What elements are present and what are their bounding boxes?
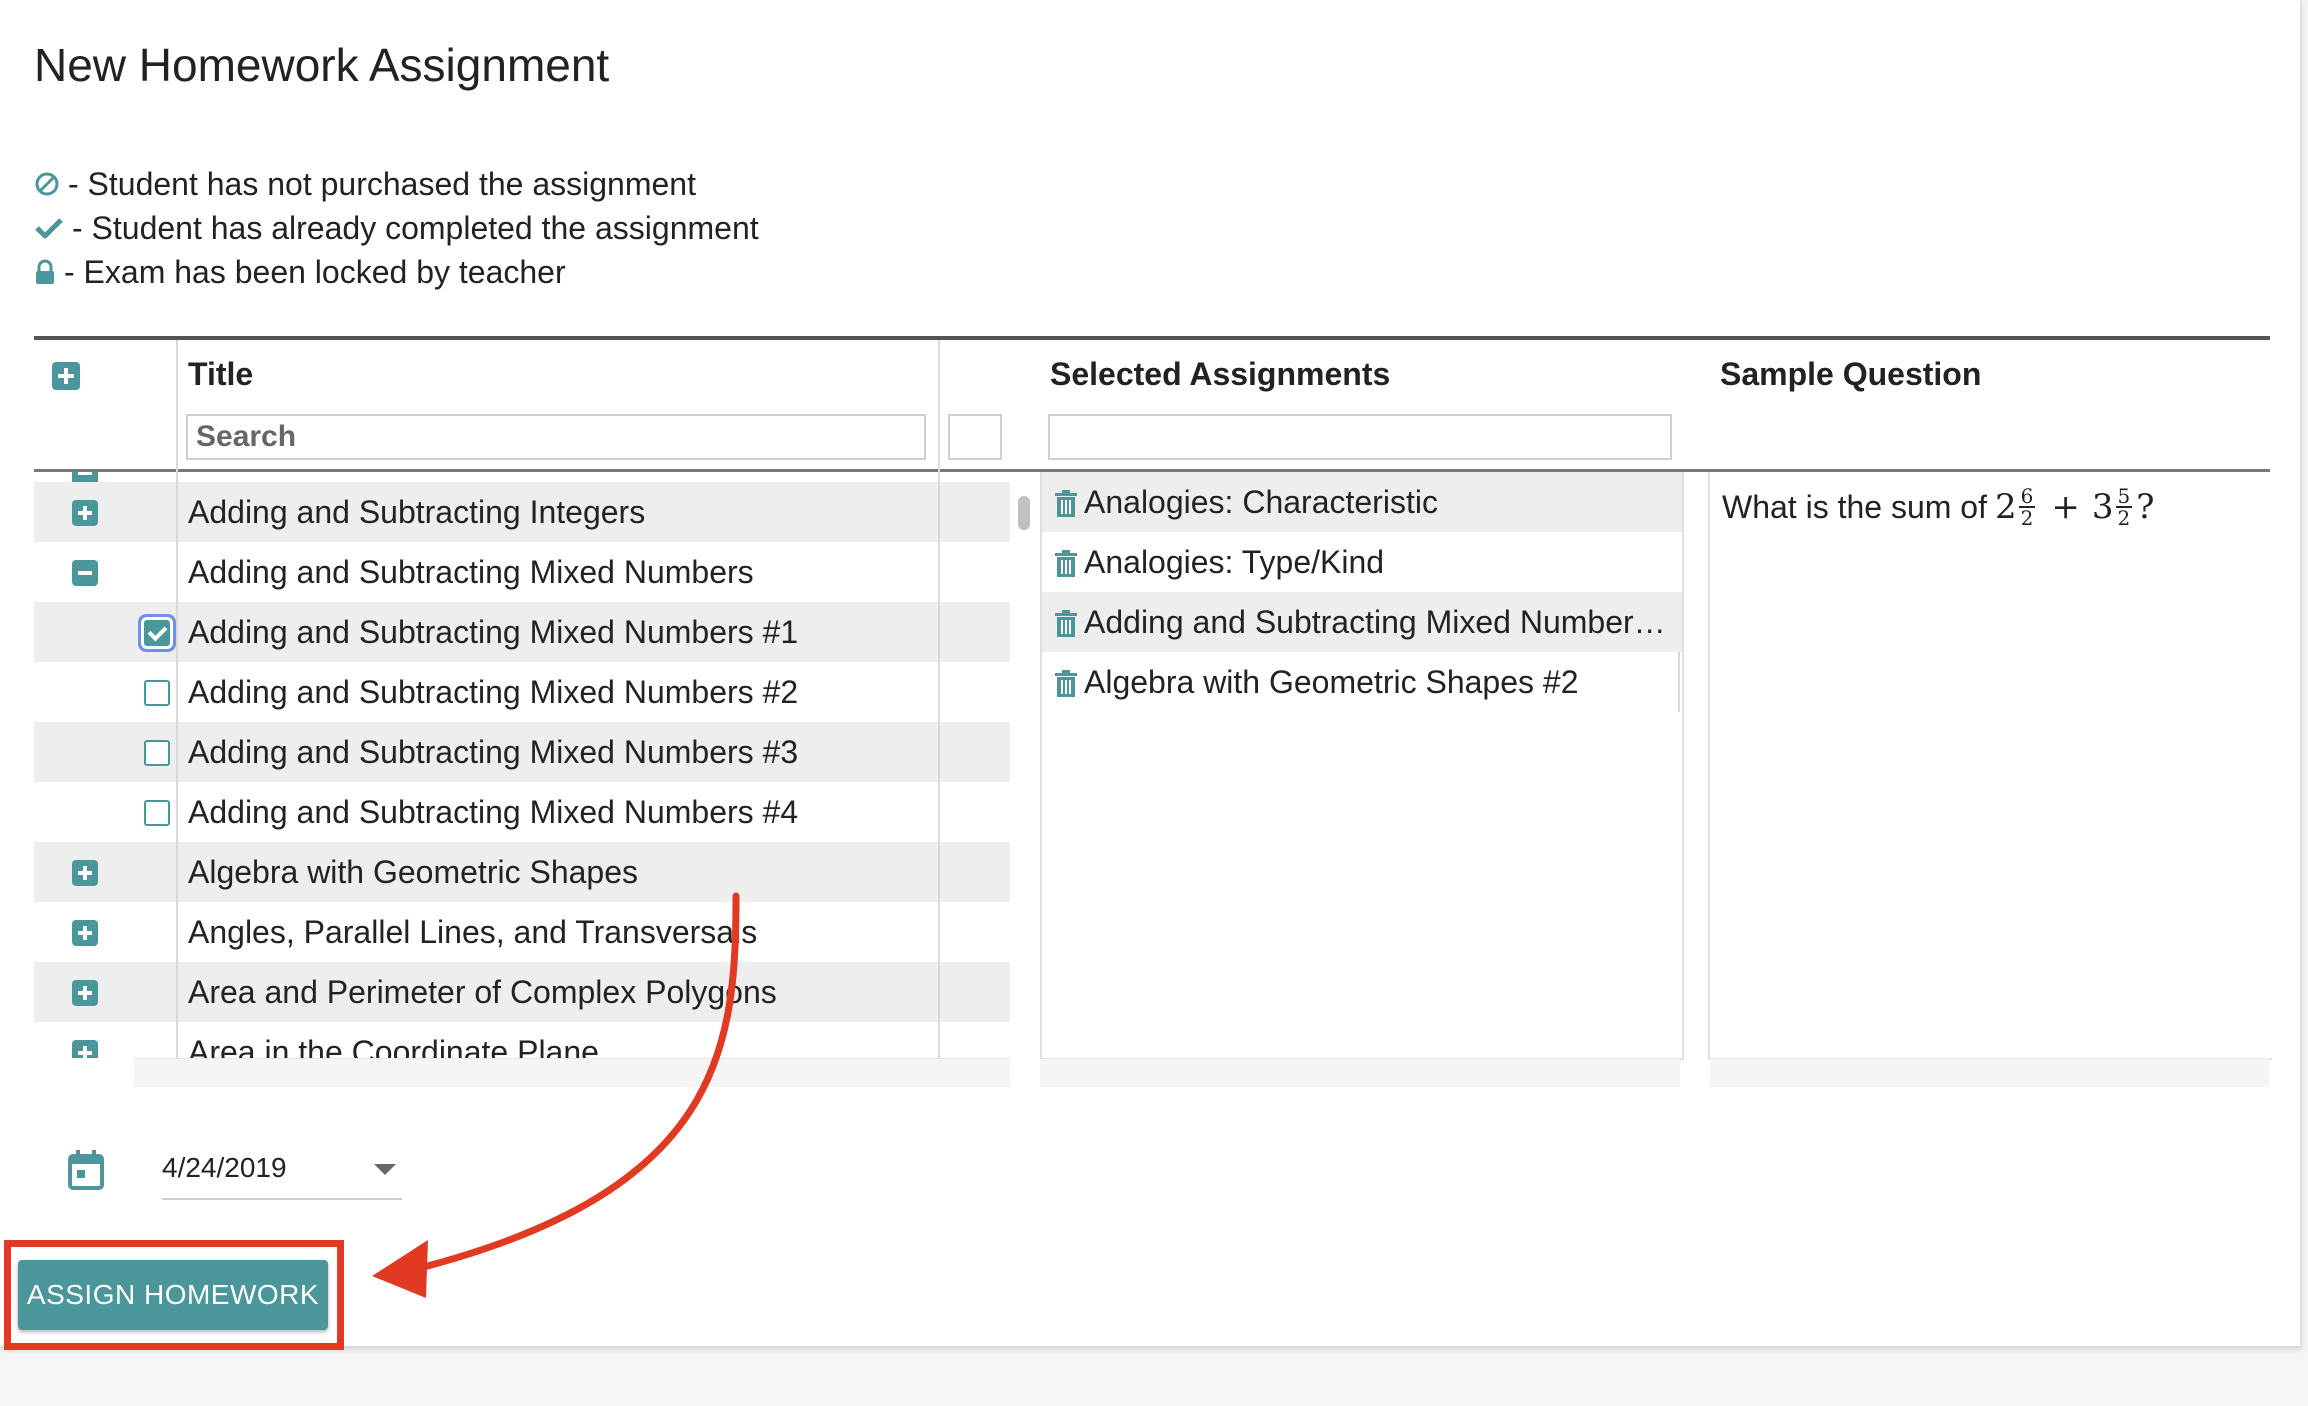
- expand-icon[interactable]: [72, 860, 98, 886]
- column-divider: [176, 472, 178, 1058]
- title-list-hscrollbar[interactable]: [134, 1058, 1010, 1087]
- table-top-rule: [34, 336, 2270, 340]
- assignment-card: New Homework Assignment - Student has no…: [0, 0, 2302, 1348]
- lock-icon: [36, 259, 54, 284]
- legend-text: - Student has already completed the assi…: [72, 209, 759, 246]
- math-numerator: 5: [2115, 484, 2133, 508]
- expand-icon[interactable]: [72, 1040, 98, 1058]
- selected-hscrollbar[interactable]: [1040, 1058, 1680, 1087]
- math-numerator: 6: [2018, 484, 2036, 508]
- legend-row-not-purchased: - Student has not purchased the assignme…: [34, 162, 759, 206]
- selected-item[interactable]: Analogies: Characteristic: [1042, 472, 1682, 532]
- list-item[interactable]: Area in the Coordinate Plane: [34, 1022, 1010, 1058]
- selected-item-label: Analogies: Type/Kind: [1084, 544, 1385, 580]
- list-item-label: Algebra with Geometric Shapes: [188, 854, 638, 890]
- selected-divider: [1678, 652, 1680, 712]
- list-item-label: Adding and Subtracting Mixed Numbers: [188, 554, 754, 590]
- math-operator: +: [2051, 487, 2080, 527]
- sample-question-panel: What is the sum of 2 6 2 + 3 5 2 ?: [1708, 472, 2272, 1060]
- selected-item-label: Analogies: Characteristic: [1084, 484, 1438, 520]
- list-item-label: Area and Perimeter of Complex Polygons: [188, 974, 777, 1010]
- checkbox[interactable]: [144, 680, 170, 706]
- legend-row-locked: - Exam has been locked by teacher: [34, 250, 759, 294]
- column-divider: [938, 340, 940, 472]
- selected-item[interactable]: Adding and Subtracting Mixed Numbers #1: [1042, 592, 1682, 652]
- math-whole: 3: [2091, 487, 2114, 527]
- trash-icon[interactable]: [1054, 670, 1078, 698]
- list-item[interactable]: Adding and Subtracting Integers: [34, 482, 1010, 542]
- selected-item[interactable]: Analogies: Type/Kind: [1042, 532, 1682, 592]
- legend-row-completed: - Student has already completed the assi…: [34, 206, 759, 250]
- list-item[interactable]: Area and Perimeter of Complex Polygons: [34, 962, 1010, 1022]
- collapse-icon[interactable]: [72, 560, 98, 586]
- not-purchased-icon: [35, 172, 59, 196]
- list-item[interactable]: Adding and Subtracting Mixed Numbers #1: [34, 602, 1010, 662]
- page-title: New Homework Assignment: [34, 39, 610, 91]
- title-list-scrollbar-thumb[interactable]: [1018, 496, 1030, 530]
- column-header-selected: Selected Assignments: [1050, 356, 1391, 392]
- selected-item-label: Adding and Subtracting Mixed Numbers #1: [1084, 604, 1674, 640]
- legend-text: - Student has not purchased the assignme…: [68, 165, 696, 202]
- date-underline: [162, 1198, 402, 1200]
- list-item-label: Adding and Subtracting Mixed Numbers #4: [188, 794, 799, 830]
- list-item[interactable]: Adding and Subtracting Mixed Numbers: [34, 542, 1010, 602]
- selected-item-label: Algebra with Geometric Shapes #2: [1084, 664, 1579, 700]
- sample-question: What is the sum of 2 6 2 + 3 5 2 ?: [1722, 486, 2154, 528]
- math-suffix: ?: [2136, 487, 2155, 527]
- math-fraction: 5 2: [2115, 484, 2133, 530]
- sample-question-text: What is the sum of: [1722, 488, 1987, 525]
- checkbox[interactable]: [144, 800, 170, 826]
- list-item-label: Adding and Subtracting Integers: [188, 494, 646, 530]
- list-item[interactable]: Algebra with Geometric Shapes: [34, 842, 1010, 902]
- list-item-label: Adding and Subtracting Mixed Numbers #2: [188, 674, 799, 710]
- selected-filter-input[interactable]: [1048, 414, 1672, 460]
- list-item[interactable]: Angles, Parallel Lines, and Transversals: [34, 902, 1010, 962]
- checkbox[interactable]: [144, 740, 170, 766]
- expand-icon[interactable]: [72, 920, 98, 946]
- math-denominator: 2: [2020, 506, 2034, 530]
- selected-item[interactable]: Algebra with Geometric Shapes #2: [1042, 652, 1682, 712]
- list-item-label: Adding and Subtracting Mixed Numbers #1: [188, 614, 799, 650]
- trash-icon[interactable]: [1054, 610, 1078, 638]
- column-divider: [176, 340, 178, 472]
- list-item[interactable]: Adding and Subtracting Mixed Numbers #2: [34, 662, 1010, 722]
- expand-icon[interactable]: [72, 500, 98, 526]
- column-divider: [938, 472, 940, 1058]
- column-header-title[interactable]: Title: [188, 356, 253, 393]
- expand-icon[interactable]: [72, 980, 98, 1006]
- title-list[interactable]: Adding and Subtracting Integers Adding a…: [34, 472, 1010, 1058]
- sample-hscrollbar[interactable]: [1710, 1058, 2270, 1087]
- list-item-label: Angles, Parallel Lines, and Transversals: [188, 914, 758, 950]
- list-item-label: Area in the Coordinate Plane: [188, 1034, 599, 1058]
- math-fraction: 6 2: [2018, 484, 2036, 530]
- calendar-icon[interactable]: [68, 1150, 104, 1190]
- search-input[interactable]: [186, 414, 926, 460]
- list-item[interactable]: Adding and Subtracting Mixed Numbers #4: [34, 782, 1010, 842]
- trash-icon[interactable]: [1054, 550, 1078, 578]
- chevron-down-icon[interactable]: [374, 1164, 396, 1175]
- legend: - Student has not purchased the assignme…: [34, 162, 759, 294]
- trash-icon[interactable]: [1054, 490, 1078, 518]
- list-item[interactable]: Adding and Subtracting Mixed Numbers #3: [34, 722, 1010, 782]
- annotation-highlight-box: [4, 1240, 344, 1350]
- math-whole: 2: [1994, 487, 2017, 527]
- column-header-sample: Sample Question: [1720, 356, 1982, 392]
- legend-text: - Exam has been locked by teacher: [64, 253, 566, 290]
- list-item-label: Adding and Subtracting Mixed Numbers #3: [188, 734, 799, 770]
- selected-assignments-list[interactable]: Analogies: Characteristic Analogies: Typ…: [1040, 472, 1684, 1060]
- date-input[interactable]: 4/24/2019: [162, 1152, 287, 1184]
- math-expression: 2 6 2 + 3 5 2 ?: [1995, 486, 2154, 528]
- math-denominator: 2: [2117, 506, 2131, 530]
- checkmark-icon: [35, 218, 63, 239]
- filter-box[interactable]: [948, 414, 1002, 460]
- checkbox-checked[interactable]: [144, 620, 170, 646]
- expand-all-icon[interactable]: [52, 362, 80, 390]
